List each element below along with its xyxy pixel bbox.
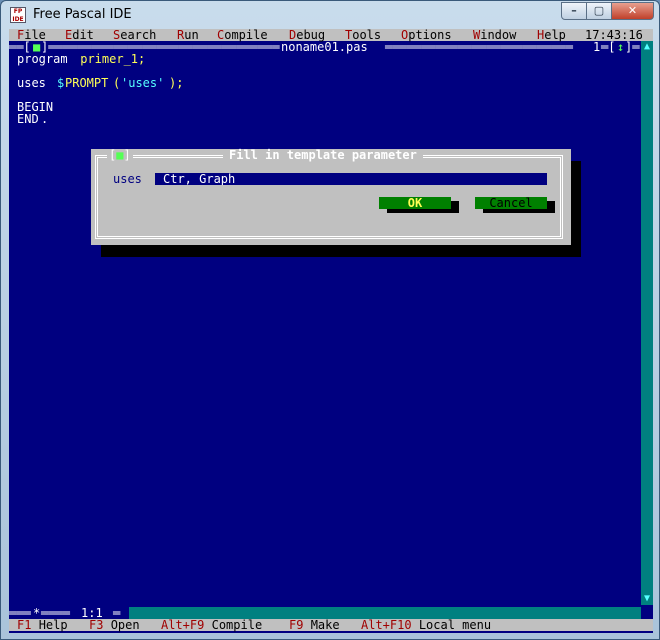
ok-button[interactable]: OK: [379, 197, 451, 209]
scroll-down-arrow-icon[interactable]: ▼: [641, 593, 653, 605]
editor-window-number: 1: [593, 40, 601, 54]
close-button[interactable]: ✕: [611, 2, 654, 20]
cancel-button[interactable]: Cancel: [475, 197, 547, 209]
code-line-3[interactable]: uses $ PROMPT ( 'uses' );: [9, 77, 653, 89]
status-open[interactable]: F3 Open: [89, 619, 140, 631]
minimize-button[interactable]: –: [561, 2, 587, 20]
maximize-button[interactable]: ▢: [586, 2, 612, 20]
window-title: Free Pascal IDE: [33, 7, 132, 22]
vertical-scrollbar[interactable]: [641, 41, 653, 605]
dialog-close-icon[interactable]: [■]: [107, 149, 133, 161]
status-bar: F1 Help F3 Open Alt+F9 Compile F9 Make A…: [9, 619, 653, 631]
scroll-up-arrow-icon[interactable]: ▲: [641, 41, 653, 53]
code-line-1[interactable]: program primer_1;: [9, 53, 653, 65]
ide-window: FP IDE Free Pascal IDE – ▢ ✕ File Edit Se…: [0, 0, 660, 640]
uses-input[interactable]: [155, 173, 547, 185]
editor-filename: noname01.pas: [281, 40, 368, 54]
uses-label: uses: [113, 172, 142, 186]
code-line-5[interactable]: BEGIN: [9, 101, 653, 113]
dialog-title: Fill in template parameter: [223, 149, 423, 161]
console-area: File Edit Search Run Compile Debug Tools…: [9, 29, 653, 633]
free-pascal-app-icon: FP IDE: [10, 7, 26, 23]
code-line-6[interactable]: END .: [9, 113, 653, 125]
status-compile[interactable]: Alt+F9 Compile: [161, 619, 262, 631]
title-bar[interactable]: FP IDE Free Pascal IDE – ▢ ✕: [1, 1, 659, 29]
status-help[interactable]: F1 Help: [17, 619, 68, 631]
template-parameter-dialog: [■] Fill in template parameter uses OK C…: [91, 149, 571, 245]
status-make[interactable]: F9 Make: [289, 619, 340, 631]
editor-zoom-icon[interactable]: ↕: [617, 41, 624, 53]
status-local-menu[interactable]: Alt+F10 Local menu: [361, 619, 491, 631]
